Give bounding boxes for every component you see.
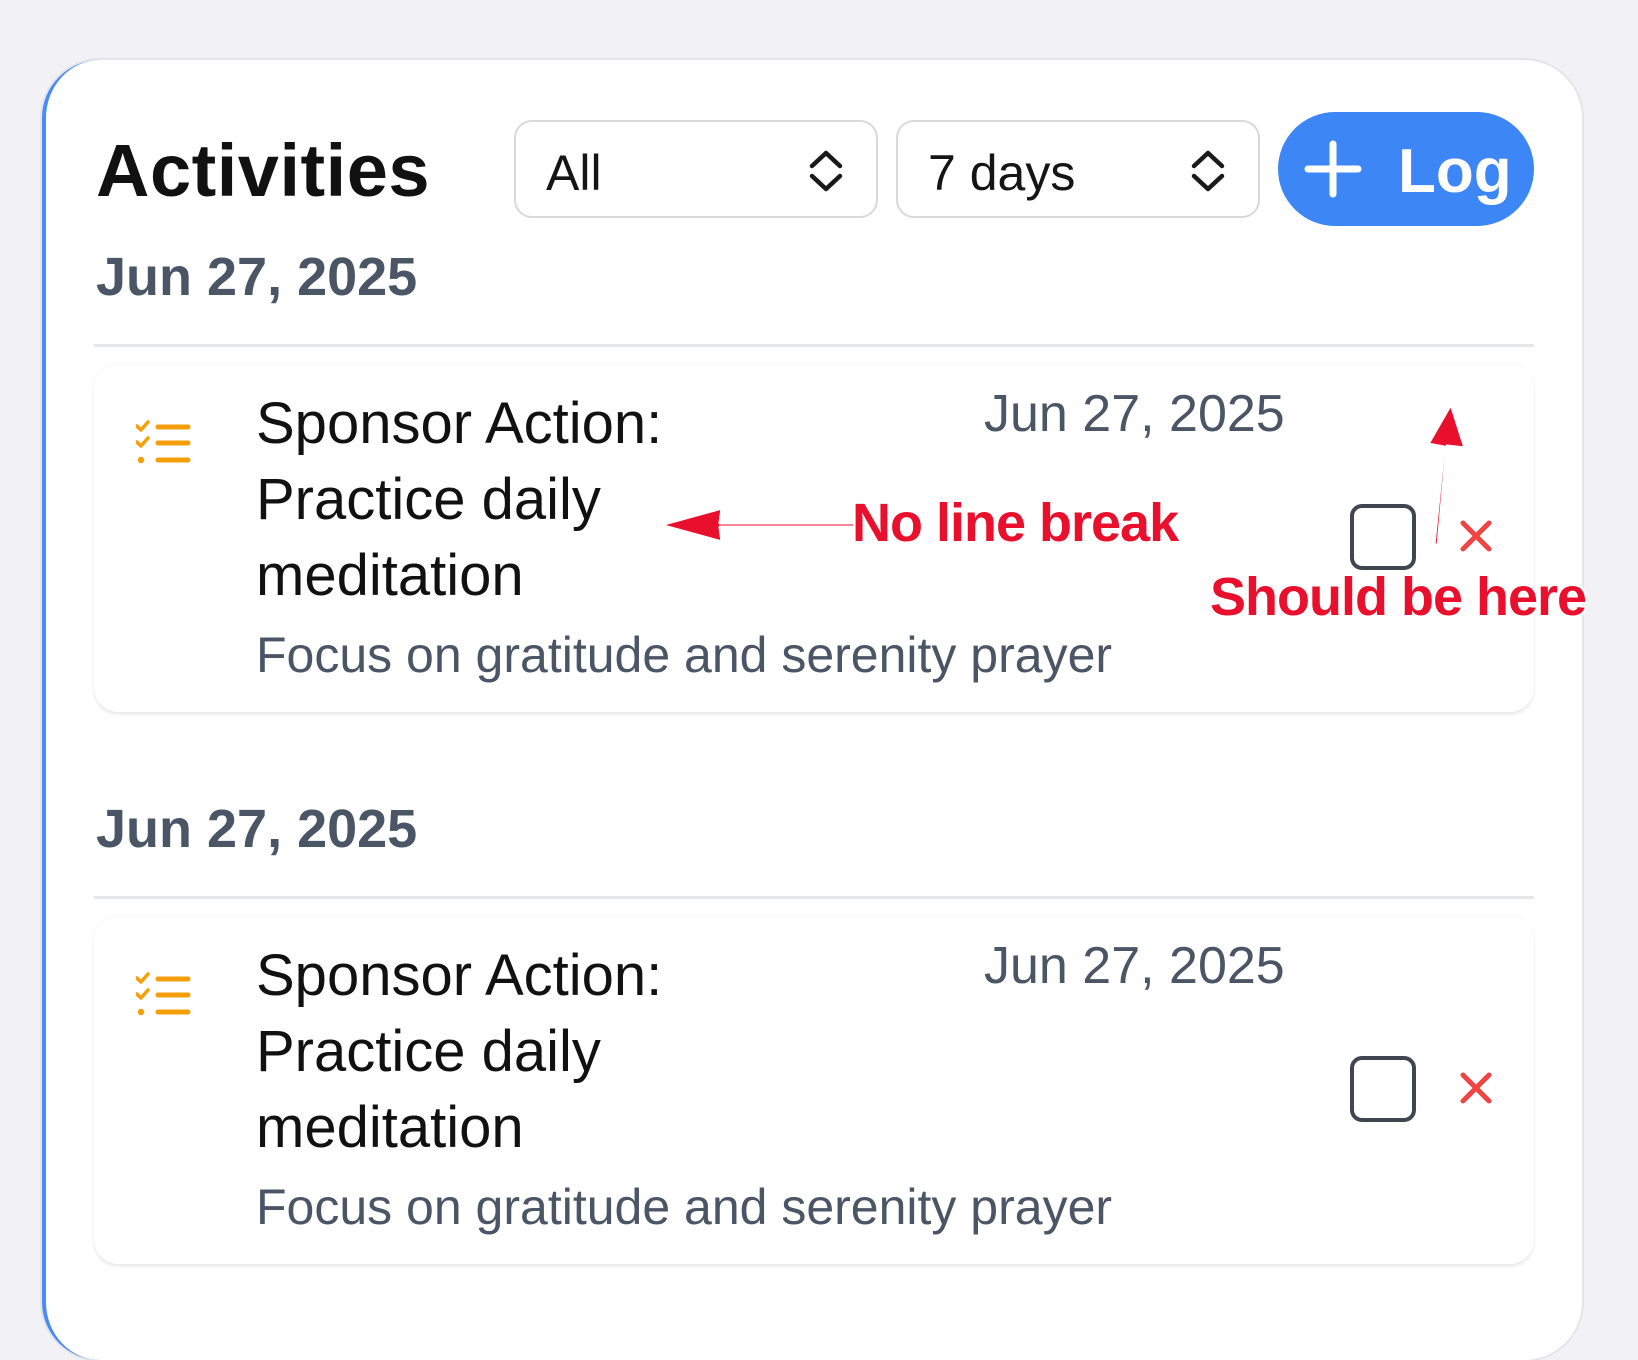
arrow-up-to-date-row [1426, 402, 1467, 547]
annotation-no-line-break: No line break [852, 493, 1179, 553]
annotation-arrows [658, 402, 1467, 547]
annotation-should-be-here: Should be here [1210, 567, 1587, 627]
arrow-to-title [658, 506, 860, 544]
